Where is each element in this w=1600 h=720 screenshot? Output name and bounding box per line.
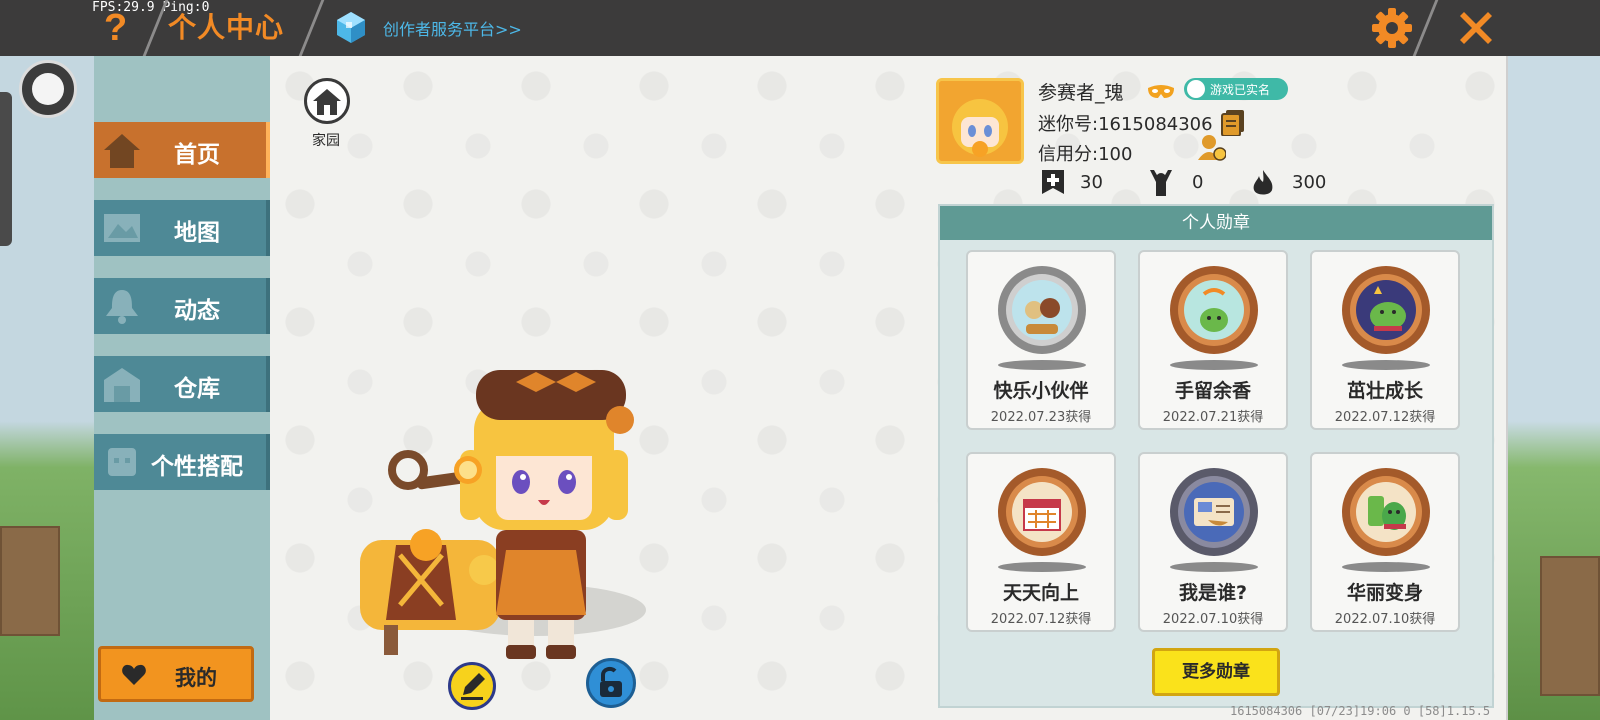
avatar[interactable] [936, 78, 1024, 164]
medal-shadow [1342, 562, 1430, 572]
stat-cheer: 0 [1146, 168, 1216, 198]
edge-tab[interactable] [0, 92, 12, 246]
badge-medal-icon [1170, 266, 1258, 354]
background-scenery-left [0, 56, 94, 720]
scenery-block [1540, 556, 1600, 696]
background-scenery-right [1500, 56, 1600, 720]
footer-build-info: 1615084306 [07/23]19:06 0 [58]1.15.5 [1230, 704, 1491, 718]
stat-value: 30 [1080, 172, 1103, 193]
scenery-block [0, 526, 60, 636]
close-icon[interactable] [1452, 4, 1500, 52]
stat-fire: 300 [1250, 168, 1330, 198]
badge-name: 我是谁? [1178, 582, 1248, 604]
pencil-icon [461, 673, 485, 700]
sidebar-item-map[interactable]: 地图 [94, 200, 270, 256]
badge-card[interactable]: 我是谁? 2022.07.10获得 [1138, 452, 1288, 632]
medal-shadow [1170, 360, 1258, 370]
sidebar-item-home[interactable]: 首页 [94, 122, 270, 178]
cube-icon[interactable] [334, 10, 368, 44]
badge-medal-icon [1342, 468, 1430, 556]
badge-card[interactable]: 天天向上 2022.07.12获得 [966, 452, 1116, 632]
house-icon [313, 89, 341, 115]
badge-name: 茁壮成长 [1346, 380, 1423, 402]
sidebar-item-warehouse[interactable]: 仓库 [94, 356, 270, 412]
badge-name: 天天向上 [1002, 582, 1079, 604]
medal-shadow [1170, 562, 1258, 572]
badge-date: 2022.07.12获得 [1334, 410, 1436, 425]
cheer-icon [1150, 170, 1172, 196]
stat-plus: 30 [1040, 168, 1110, 198]
mine-button-label: 我的 [175, 666, 217, 690]
top-bar: FPS:29.9 Ping:0 ? 个人中心 创作者服务平台>> [0, 0, 1600, 56]
avatar-image [939, 81, 1021, 161]
sidebar-item-label: 个性搭配 [151, 454, 243, 480]
badge-card[interactable]: 手留余香 2022.07.21获得 [1138, 250, 1288, 430]
more-badges-button[interactable]: 更多勋章 [1152, 648, 1280, 696]
badge-medal-icon [1170, 468, 1258, 556]
sidebar-item-label: 动态 [174, 298, 220, 324]
homeland-label: 家园 [312, 133, 340, 149]
copy-icon[interactable] [1220, 108, 1246, 136]
user-check-icon [1187, 80, 1205, 98]
badge-date: 2022.07.10获得 [1162, 612, 1264, 627]
page-title: 个人中心 [168, 11, 285, 44]
creator-platform-link[interactable]: 创作者服务平台>> [383, 16, 522, 40]
character-avatar-model [360, 370, 646, 659]
badge-medal-icon [998, 266, 1086, 354]
badge-date: 2022.07.12获得 [990, 612, 1092, 627]
verified-label: 游戏已实名 [1210, 83, 1271, 97]
badge-card[interactable]: 华丽变身 2022.07.10获得 [1310, 452, 1460, 632]
divider [1412, 0, 1439, 56]
stat-value: 300 [1292, 172, 1327, 193]
gear-icon[interactable] [1368, 4, 1416, 52]
credit-user-icon[interactable] [1196, 134, 1226, 162]
badge-name: 手留余香 [1174, 380, 1251, 402]
unlock-icon [600, 666, 622, 697]
edit-button[interactable] [448, 662, 496, 710]
badge-date: 2022.07.21获得 [1162, 410, 1264, 425]
unlock-button[interactable] [586, 658, 636, 708]
sidebar-item-outfit[interactable]: 个性搭配 [94, 434, 270, 490]
badge-date: 2022.07.23获得 [990, 410, 1092, 425]
badge-card[interactable]: 茁壮成长 2022.07.12获得 [1310, 250, 1460, 430]
credit-score: 信用分:100 [1038, 144, 1133, 165]
medal-shadow [1342, 360, 1430, 370]
sidebar-item-label: 首页 [174, 142, 220, 168]
badge-panel-title: 个人勋章 [940, 206, 1492, 240]
mask-icon[interactable] [1146, 84, 1176, 102]
verified-badge: 游戏已实名 [1184, 78, 1288, 100]
medal-shadow [998, 360, 1086, 370]
homeland-button[interactable] [304, 78, 350, 124]
sidebar-item-label: 地图 [174, 220, 220, 246]
badge-medal-icon [1342, 266, 1430, 354]
help-icon[interactable]: ? [104, 6, 144, 50]
mini-id: 迷你号:1615084306 [1038, 114, 1213, 135]
heart-icon [122, 664, 146, 685]
floating-menu-button[interactable] [19, 60, 77, 118]
plus-icon [1042, 170, 1064, 194]
stat-value: 0 [1192, 172, 1204, 193]
badge-card[interactable]: 快乐小伙伴 2022.07.23获得 [966, 250, 1116, 430]
divider [298, 0, 325, 56]
sidebar-item-label: 仓库 [174, 376, 220, 402]
badge-medal-icon [998, 468, 1086, 556]
sidebar-item-feed[interactable]: 动态 [94, 278, 270, 334]
medal-shadow [998, 562, 1086, 572]
badge-name: 快乐小伙伴 [993, 380, 1089, 402]
badge-name: 华丽变身 [1346, 582, 1423, 604]
badge-date: 2022.07.10获得 [1334, 612, 1436, 627]
fire-icon [1253, 170, 1273, 195]
player-name: 参赛者_瑰 [1038, 82, 1124, 104]
mine-button[interactable]: 我的 [98, 646, 254, 702]
